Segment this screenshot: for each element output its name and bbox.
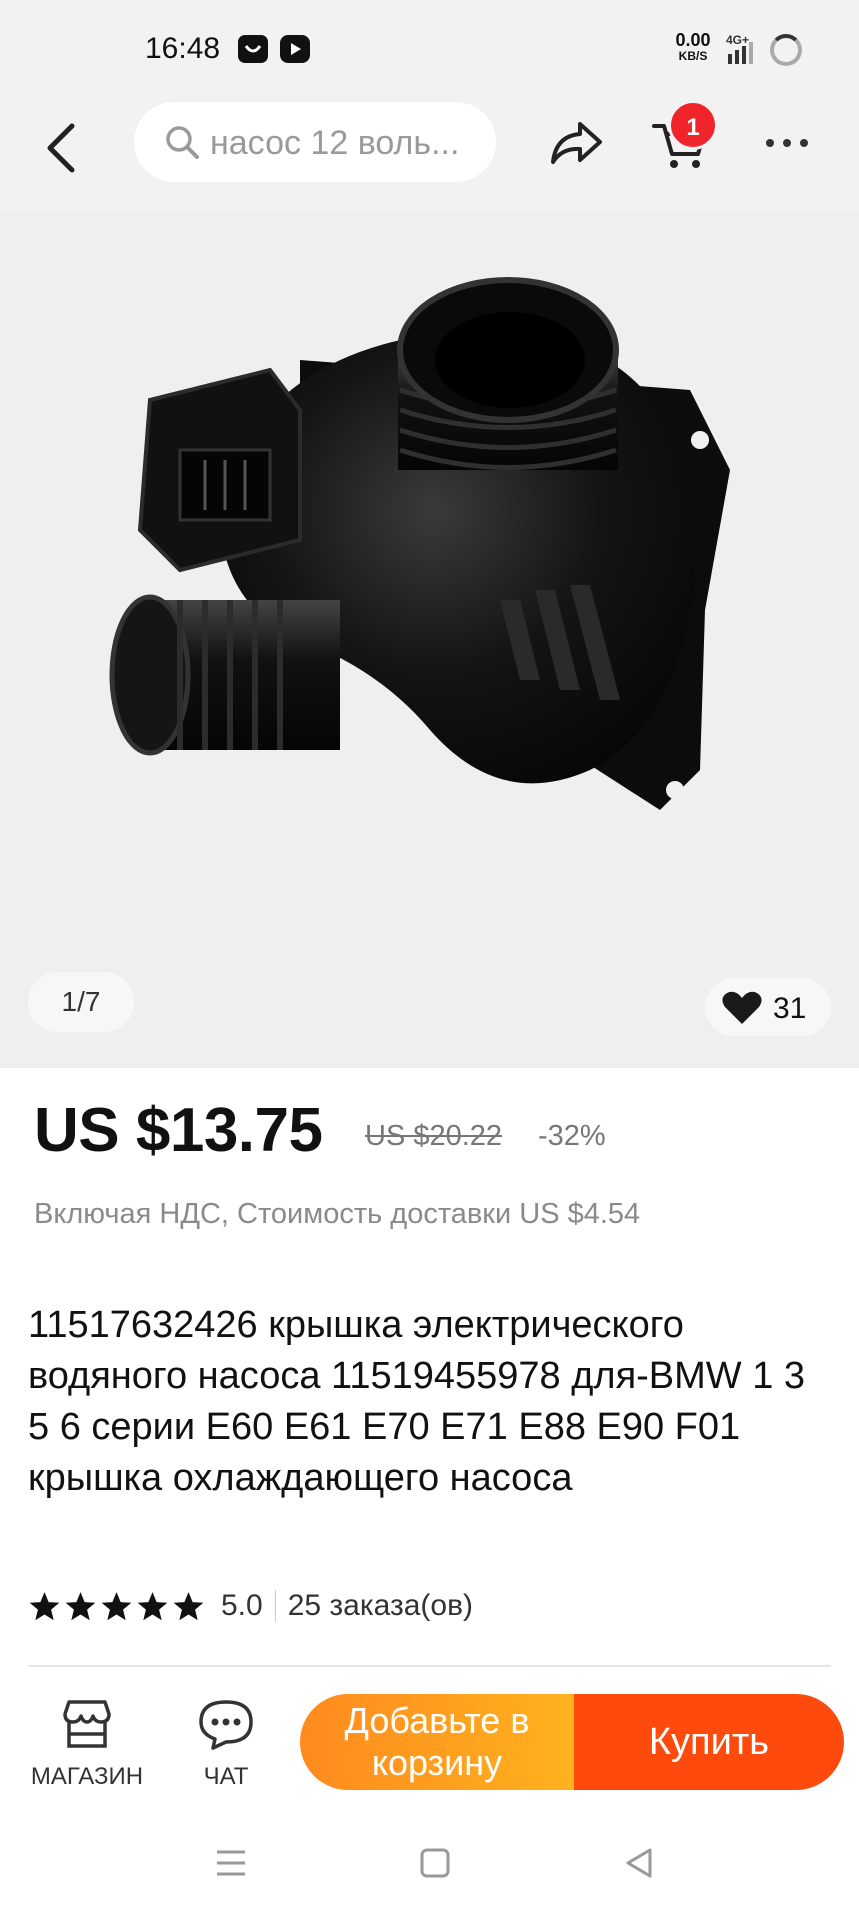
star-icon [29, 1591, 60, 1620]
cart-count-badge: 1 [668, 100, 718, 150]
search-input[interactable]: насос 12 воль... [134, 102, 496, 182]
dot-icon [783, 139, 791, 147]
search-icon [166, 126, 199, 159]
battery-icon [770, 34, 802, 66]
vat-shipping-info: Включая НДС, Стоимость доставки US $4.54 [34, 1198, 641, 1230]
home-icon[interactable] [418, 1846, 452, 1880]
product-title: 11517632426 крышка электрического водяно… [28, 1304, 806, 1499]
chat-icon [199, 1700, 253, 1750]
star-icon [137, 1591, 168, 1620]
star-icon [173, 1591, 204, 1620]
system-navigation-bar [0, 1808, 859, 1920]
discount-badge: -32% [538, 1120, 606, 1152]
net-speed-unit: KB/S [678, 49, 708, 63]
youtube-icon [280, 35, 310, 63]
dot-icon [766, 139, 774, 147]
star-rating [28, 1590, 205, 1623]
store-icon [63, 1700, 111, 1748]
product-photo-water-pump [109, 277, 730, 810]
share-icon [551, 122, 602, 164]
store-label: МАГАЗИН [30, 1763, 144, 1790]
net-speed: 0.00 KB/S [670, 30, 716, 64]
search-placeholder: насос 12 воль... [210, 124, 460, 162]
share-button[interactable] [548, 118, 604, 173]
wishlist-button[interactable]: 31 [705, 978, 831, 1036]
more-options-button[interactable] [766, 136, 810, 150]
menu-icon[interactable] [214, 1846, 248, 1880]
signal-icon: 4G+ [726, 32, 766, 73]
buy-now-button[interactable]: Купить [574, 1694, 844, 1790]
status-time: 16:48 [145, 32, 221, 65]
original-price: US $20.22 [365, 1120, 503, 1152]
dot-icon [800, 139, 808, 147]
notification-app-icon [238, 35, 268, 63]
star-icon [65, 1591, 96, 1620]
net-speed-value: 0.00 [675, 30, 711, 50]
chevron-left-icon [47, 123, 75, 173]
star-icon [101, 1591, 132, 1620]
chat-button[interactable]: ЧАТ [186, 1698, 266, 1791]
rating-divider [274, 1590, 276, 1622]
image-counter: 1/7 [28, 972, 134, 1032]
section-divider [28, 1665, 831, 1667]
back-button[interactable] [40, 118, 96, 188]
rating-value: 5.0 [221, 1589, 263, 1622]
store-button[interactable]: МАГАЗИН [24, 1698, 150, 1791]
orders-count: 25 заказа(ов) [287, 1589, 474, 1622]
current-price: US $13.75 [34, 1096, 323, 1165]
add-to-cart-button[interactable]: Добавьте в корзину [300, 1694, 574, 1790]
product-image-gallery[interactable]: 1/7 31 [0, 210, 859, 1068]
heart-icon [722, 991, 762, 1024]
likes-count: 31 [773, 992, 807, 1025]
back-triangle-icon[interactable] [622, 1846, 656, 1880]
rating-row[interactable]: 5.0 25 заказа(ов) [28, 1586, 473, 1626]
svg-text:4G+: 4G+ [726, 33, 749, 47]
top-navbar: насос 12 воль... 1 [0, 100, 859, 210]
status-bar: 16:48 0.00 KB/S 4G+ [0, 0, 859, 100]
chat-label: ЧАТ [203, 1763, 249, 1790]
bottom-action-bar: МАГАЗИН ЧАТ Добавьте в корзину Купить [0, 1668, 859, 1808]
